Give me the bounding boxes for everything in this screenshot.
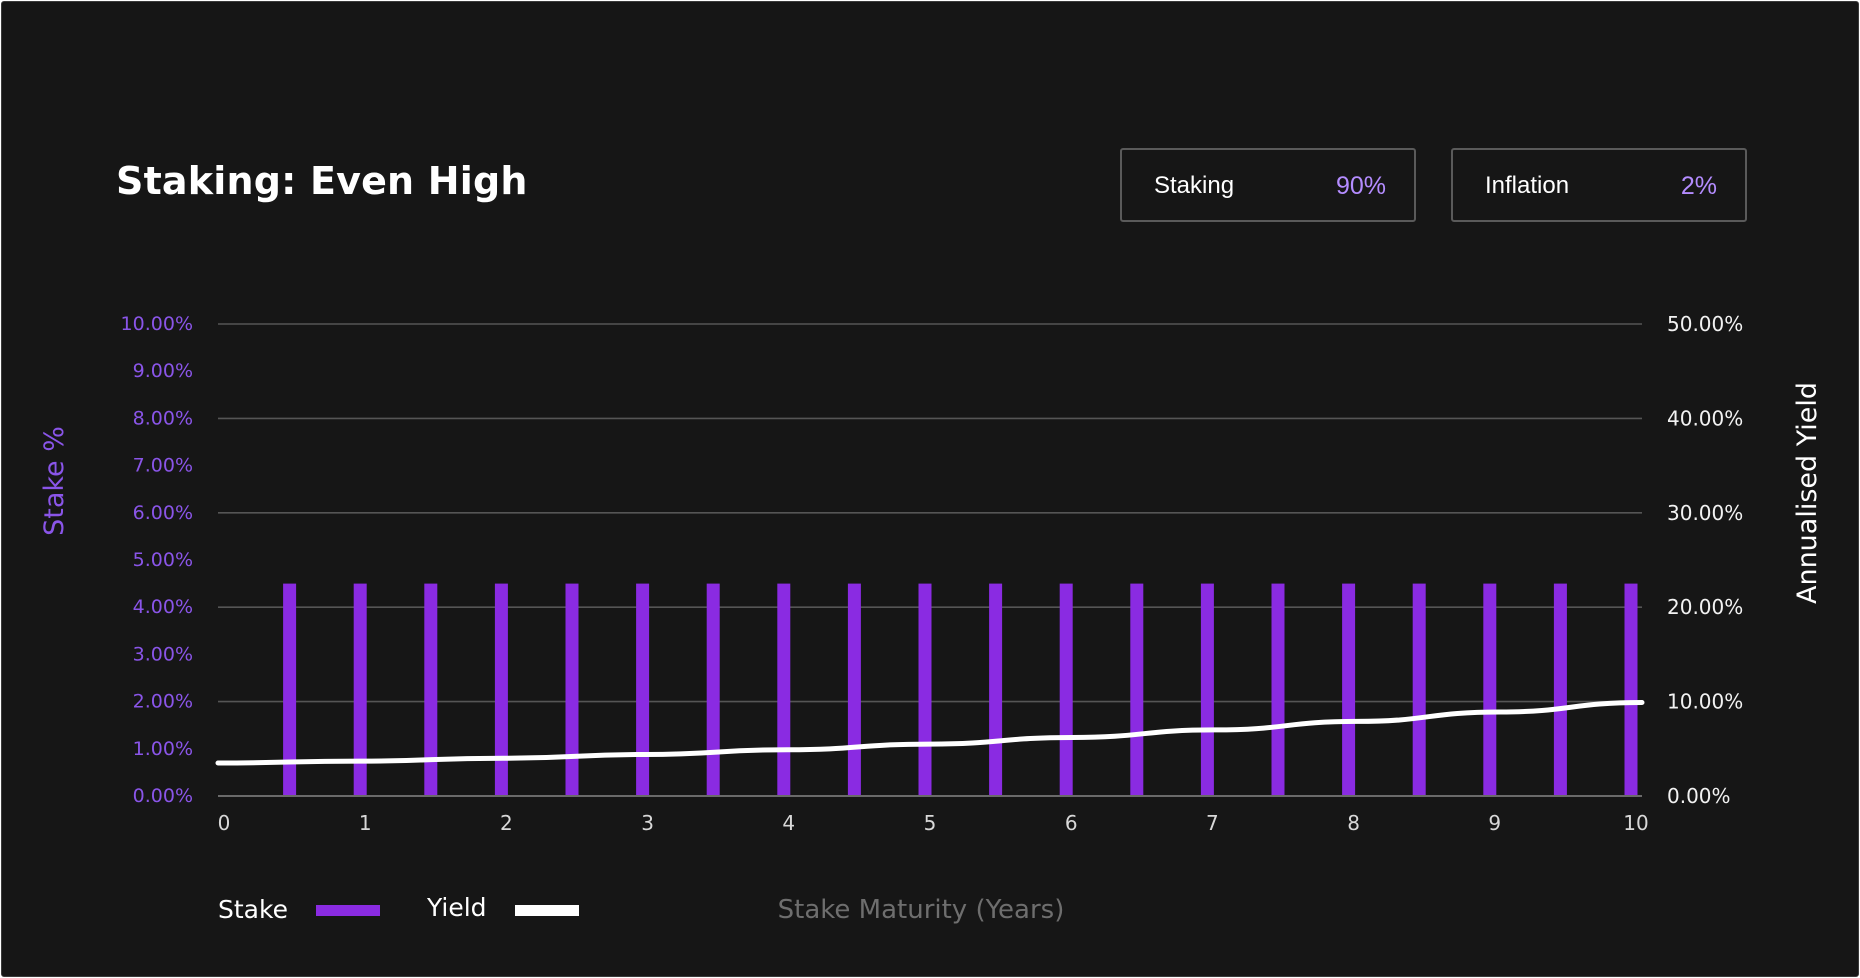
- right-tick-label: 20.00%: [1667, 595, 1743, 619]
- x-tick-label: 7: [1206, 811, 1219, 835]
- left-tick-label: 0.00%: [133, 785, 193, 807]
- x-tick-label: 5: [924, 811, 937, 835]
- x-tick-label: 9: [1488, 811, 1501, 835]
- x-tick-label: 8: [1347, 811, 1360, 835]
- right-tick-label: 10.00%: [1667, 690, 1743, 714]
- right-tick-label: 40.00%: [1667, 406, 1743, 430]
- left-tick-label: 6.00%: [133, 502, 193, 524]
- stake-bar: [565, 583, 579, 796]
- stake-bar: [424, 583, 438, 796]
- left-tick-label: 5.00%: [133, 549, 193, 571]
- left-tick-label: 1.00%: [133, 738, 193, 760]
- legend-yield-swatch: [515, 905, 579, 916]
- stake-bar: [1200, 583, 1214, 796]
- right-tick-label: 50.00%: [1667, 312, 1743, 336]
- stake-bar: [353, 583, 367, 796]
- x-tick-label: 6: [1065, 811, 1078, 835]
- legend: Stake Yield: [218, 893, 579, 924]
- chart-card: Staking: Even High Staking 90% Inflation…: [1, 1, 1859, 977]
- stake-bar: [1412, 583, 1426, 796]
- right-tick-label: 30.00%: [1667, 501, 1743, 525]
- x-tick-label: 4: [782, 811, 795, 835]
- stake-bar: [1059, 583, 1073, 796]
- left-tick-label: 7.00%: [133, 455, 193, 477]
- left-tick-label: 2.00%: [133, 691, 193, 713]
- stake-bar: [777, 583, 791, 796]
- right-tick-label: 0.00%: [1667, 784, 1731, 808]
- left-tick-label: 10.00%: [121, 313, 193, 335]
- stake-bars: [283, 583, 1638, 796]
- x-axis-ticks: 0 1 2 3 4 5 6 7 8 9 10: [218, 811, 1649, 835]
- x-tick-label: 3: [641, 811, 654, 835]
- right-axis-ticks: 0.00% 10.00% 20.00% 30.00% 40.00% 50.00%: [1667, 312, 1743, 808]
- stake-bar: [989, 583, 1003, 796]
- left-tick-label: 8.00%: [133, 407, 193, 429]
- x-tick-label: 10: [1623, 811, 1648, 835]
- stake-yield-chart: 0.00% 1.00% 2.00% 3.00% 4.00% 5.00% 6.00% 7.00%…: [39, 312, 1823, 925]
- stake-bar: [1483, 583, 1497, 796]
- x-tick-label: 2: [500, 811, 513, 835]
- stake-bar: [636, 583, 650, 796]
- left-axis-ticks: 0.00% 1.00% 2.00% 3.00% 4.00% 5.00% 6.00% 7.00%…: [121, 313, 193, 807]
- legend-stake-label: Stake: [218, 895, 288, 924]
- x-tick-label: 1: [359, 811, 372, 835]
- stake-bar: [1342, 583, 1356, 796]
- left-axis-title: Stake %: [39, 426, 70, 536]
- stake-bar: [1553, 583, 1567, 796]
- legend-yield-label: Yield: [426, 893, 487, 922]
- x-axis-title: Stake Maturity (Years): [778, 895, 1065, 925]
- left-tick-label: 3.00%: [133, 643, 193, 665]
- stake-bar: [1130, 583, 1144, 796]
- stake-bar: [1624, 583, 1638, 796]
- stake-bar: [494, 583, 508, 796]
- stake-bar: [1271, 583, 1285, 796]
- stake-bar: [706, 583, 720, 796]
- stake-bar: [918, 583, 932, 796]
- x-tick-label: 0: [218, 811, 231, 835]
- left-tick-label: 9.00%: [133, 360, 193, 382]
- left-tick-label: 4.00%: [133, 596, 193, 618]
- right-axis-title: Annualised Yield: [1792, 382, 1823, 604]
- legend-stake-swatch: [316, 905, 380, 916]
- stake-bar: [847, 583, 861, 796]
